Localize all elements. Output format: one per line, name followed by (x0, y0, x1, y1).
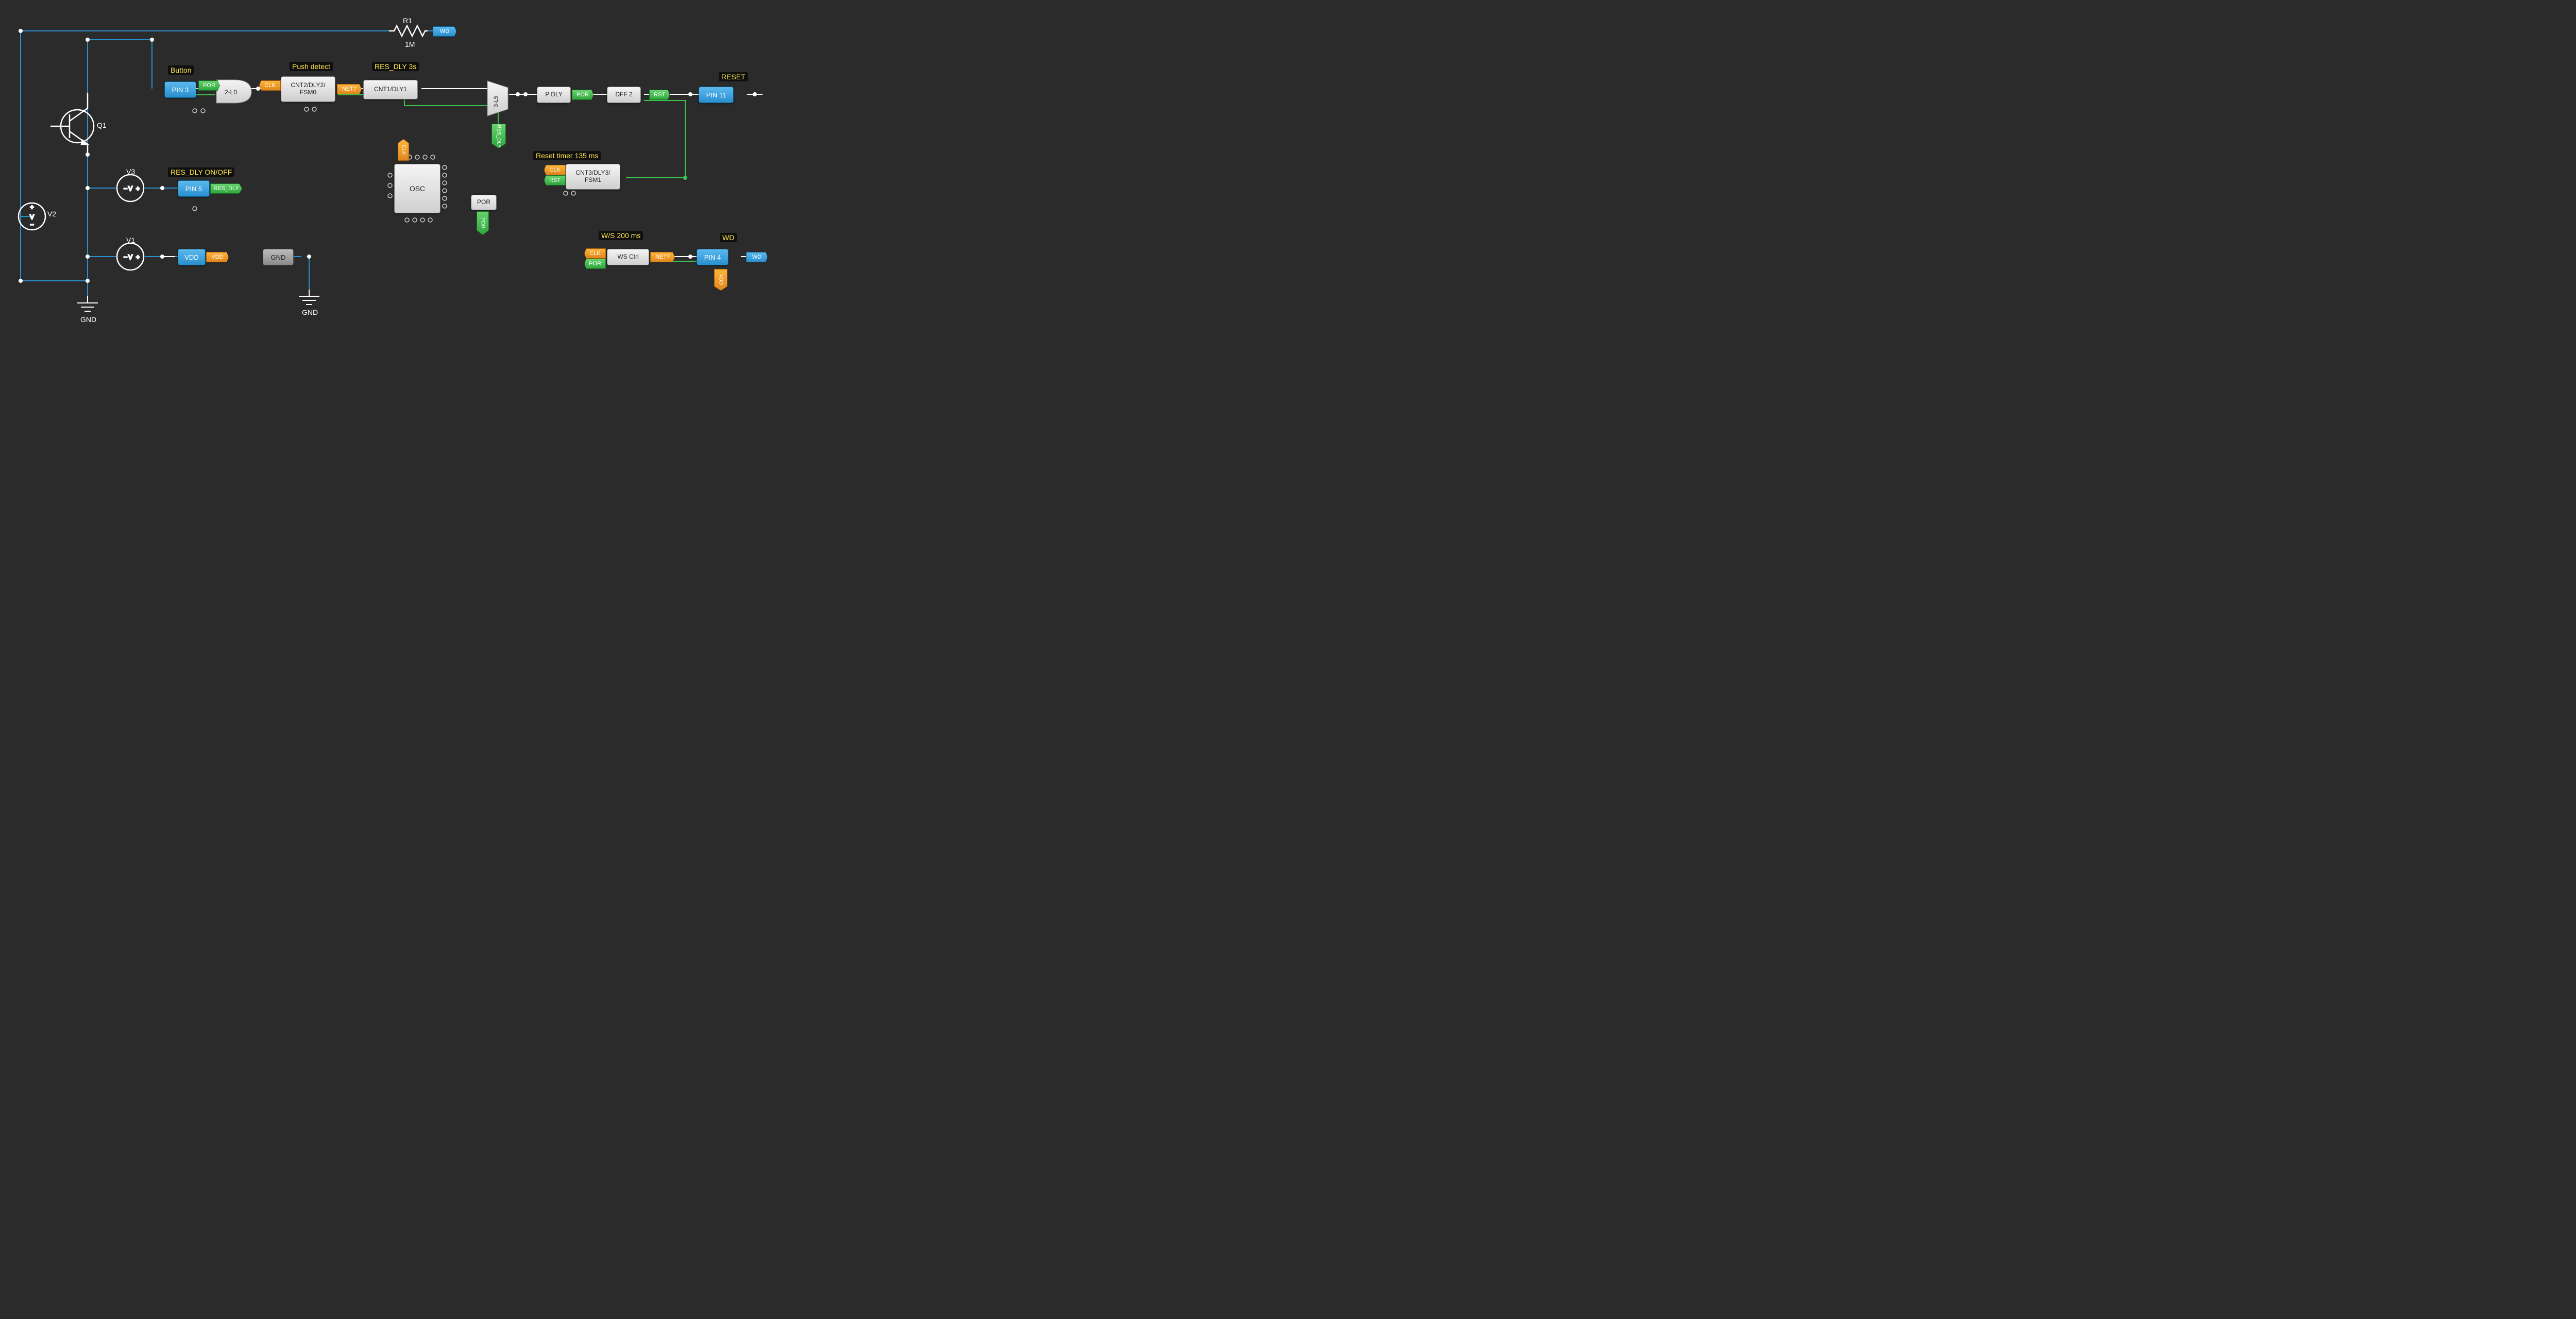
wsctrl[interactable]: WS Ctrl (607, 249, 649, 265)
net7-tag-1: NET7 (337, 84, 362, 94)
svg-text:V: V (128, 185, 132, 192)
wd-tag-r: WD (746, 252, 768, 262)
l0-text: 2-L0 (225, 89, 237, 96)
svg-text:−: − (124, 253, 127, 261)
osc[interactable]: OSC (394, 164, 440, 213)
resdly-tag-2: RES_DLY (210, 183, 242, 194)
resdly-tag-1: RES_DLY (492, 124, 506, 148)
r1-label: R1 (403, 16, 412, 25)
svg-text:V: V (30, 213, 34, 221)
resettimer-ann: Reset timer 135 ms (533, 151, 601, 160)
por-tag-1: POR (198, 80, 220, 91)
reset-ann: RESET (719, 72, 748, 81)
svg-text:−: − (124, 185, 127, 192)
vdd-tag-1: VDD (206, 252, 229, 262)
resdly3s-ann: RES_DLY 3s (372, 62, 419, 71)
clk-tag-2: CLK (544, 165, 566, 175)
pin4[interactable]: PIN 4 (697, 249, 728, 265)
v3-label: V3 (126, 167, 135, 176)
gnd2-label: GND (302, 308, 318, 316)
rst-tag-1: RST (649, 90, 670, 100)
pdly[interactable]: P DLY (537, 87, 571, 103)
svg-text:+: + (136, 253, 140, 261)
por-tag-2: POR (572, 90, 594, 100)
por-tag-3: POR (584, 259, 606, 269)
vdd-tag-pin4: VDD (714, 269, 727, 291)
ws200-ann: W/S 200 ms (599, 231, 643, 240)
por-tag-down: POR (477, 211, 489, 235)
svg-text:+: + (30, 204, 33, 211)
clk-tag-osc: CLK (398, 139, 409, 161)
button-ann: Button (168, 65, 194, 75)
fsm1[interactable]: CNT3/DLY3/ FSM1 (566, 164, 620, 190)
clk-tag-3: CLK (584, 248, 606, 259)
wd-ann: WD (720, 233, 737, 242)
v2-label: V2 (47, 210, 56, 218)
svg-text:+: + (136, 185, 140, 192)
push-ann: Push detect (290, 62, 333, 71)
por-block[interactable]: POR (471, 195, 497, 210)
pin11[interactable]: PIN 11 (699, 87, 734, 103)
dff2[interactable]: DFF 2 (607, 87, 641, 103)
dly1[interactable]: CNT1/DLY1 (363, 80, 418, 99)
pin3[interactable]: PIN 3 (164, 81, 196, 98)
q1-label: Q1 (97, 121, 107, 129)
net7-tag-2: NET7 (650, 252, 675, 262)
svg-text:−: − (30, 221, 33, 228)
v1-label: V1 (126, 236, 135, 244)
clk-tag-1: CLK (259, 80, 281, 91)
resdlyonoff-ann: RES_DLY ON/OFF (168, 167, 234, 177)
wd-tag-top: WD (433, 26, 456, 37)
pin-vdd[interactable]: VDD (178, 249, 206, 265)
pin5[interactable]: PIN 5 (178, 180, 210, 197)
gnd-block[interactable]: GND (263, 249, 294, 265)
svg-text:3-L5: 3-L5 (493, 96, 499, 107)
r1-value: 1M (405, 40, 415, 48)
svg-text:V: V (128, 253, 132, 261)
fsm0[interactable]: CNT2/DLY2/ FSM0 (281, 76, 335, 102)
rst-tag-2: RST (544, 175, 566, 185)
gnd1-label: GND (80, 315, 96, 324)
